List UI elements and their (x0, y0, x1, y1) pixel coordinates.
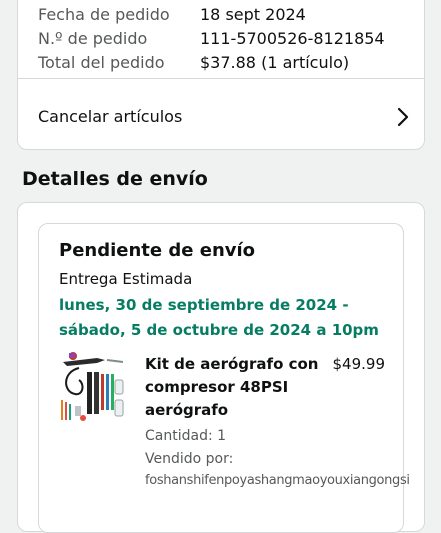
cancel-items-button[interactable]: Cancelar artículos (18, 79, 424, 149)
product-image[interactable] (57, 350, 127, 425)
estimated-delivery-label: Entrega Estimada (59, 270, 193, 288)
estimated-delivery-dates: lunes, 30 de septiembre de 2024 - sábado… (59, 296, 379, 339)
shipment-status: Pendiente de envío (59, 240, 256, 261)
shipping-details-card: Pendiente de envío Entrega Estimada lune… (17, 202, 425, 533)
cancel-items-label: Cancelar artículos (38, 107, 183, 126)
seller-name-link[interactable]: foshanshifenpoyashangmaoyouxiangongsi (145, 471, 410, 491)
product-title-link[interactable]: Kit de aerógrafo con compresor 48PSI aer… (145, 353, 320, 422)
product-price: $49.99 (332, 355, 386, 373)
order-date-value: 18 sept 2024 (200, 5, 306, 24)
order-date-label: Fecha de pedido (38, 5, 170, 24)
order-total-value: $37.88 (1 artículo) (200, 53, 350, 72)
order-number-value: 111-5700526-8121854 (200, 29, 385, 48)
seller-label: Vendido por: (145, 451, 234, 467)
shipping-details-title: Detalles de envío (22, 168, 208, 190)
order-total-label: Total del pedido (38, 53, 165, 72)
order-summary-card: Fecha de pedido 18 sept 2024 N.º de pedi… (17, 0, 425, 150)
order-number-label: N.º de pedido (38, 29, 148, 48)
chevron-right-icon (396, 107, 410, 127)
shipment-card: Pendiente de envío Entrega Estimada lune… (38, 223, 410, 533)
product-quantity: Cantidad: 1 (145, 428, 227, 444)
